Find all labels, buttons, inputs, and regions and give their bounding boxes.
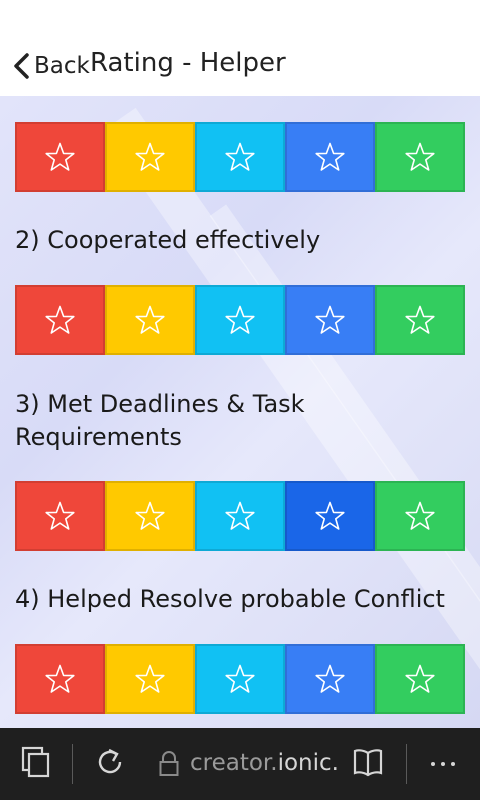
url-prefix: creator. (190, 750, 278, 776)
rating-star-button-2[interactable] (105, 122, 195, 192)
rating-star-button-5[interactable] (375, 481, 465, 551)
star-outline-icon (225, 501, 255, 530)
rating-row-4 (15, 644, 465, 714)
question-label: 2) Cooperated effectively (15, 226, 321, 254)
star-outline-icon (225, 664, 255, 693)
rating-star-button-4[interactable] (285, 122, 375, 192)
more-options-icon[interactable] (428, 754, 458, 778)
toolbar-divider (406, 744, 407, 784)
star-outline-icon (405, 305, 435, 334)
rating-row-3 (15, 481, 465, 551)
browser-bottom-bar: creator.ionic.io (0, 728, 480, 800)
reading-view-icon[interactable] (352, 748, 384, 782)
rating-star-button-4[interactable] (285, 644, 375, 714)
url-domain: ionic.io (277, 750, 340, 776)
star-outline-icon (315, 664, 345, 693)
rating-star-button-5[interactable] (375, 644, 465, 714)
rating-row-2 (15, 285, 465, 355)
rating-star-button-4[interactable] (285, 285, 375, 355)
star-outline-icon (135, 664, 165, 693)
rating-star-button-1[interactable] (15, 285, 105, 355)
star-outline-icon (405, 664, 435, 693)
rating-star-button-3[interactable] (195, 481, 285, 551)
rating-star-button-3[interactable] (195, 644, 285, 714)
star-outline-icon (45, 305, 75, 334)
rating-star-button-1[interactable] (15, 122, 105, 192)
star-outline-icon (135, 501, 165, 530)
star-outline-icon (315, 142, 345, 171)
back-button[interactable]: Back (10, 46, 90, 86)
star-outline-icon (405, 501, 435, 530)
rating-form[interactable]: 2) Cooperated effectively 3) Met Deadlin… (0, 96, 480, 728)
star-outline-icon (315, 305, 345, 334)
rating-star-button-1[interactable] (15, 644, 105, 714)
rating-star-button-1[interactable] (15, 481, 105, 551)
question-label: 3) Met Deadlines & Task Requirements (15, 390, 305, 451)
star-outline-icon (405, 142, 435, 171)
rating-star-button-2[interactable] (105, 481, 195, 551)
star-outline-icon (135, 305, 165, 334)
star-outline-icon (45, 664, 75, 693)
star-outline-icon (45, 501, 75, 530)
rating-star-button-3[interactable] (195, 122, 285, 192)
tabs-icon[interactable] (20, 744, 52, 784)
star-outline-icon (135, 142, 165, 171)
toolbar-divider (72, 744, 73, 784)
rating-row-1 (15, 122, 465, 192)
star-outline-icon (225, 142, 255, 171)
lock-icon (158, 750, 180, 782)
star-outline-icon (225, 305, 255, 334)
refresh-icon[interactable] (92, 744, 128, 784)
chevron-left-icon (14, 53, 29, 79)
page-title: Rating - Helper (90, 48, 286, 78)
question-label: 4) Helped Resolve probable Conflict (15, 585, 445, 613)
star-outline-icon (45, 142, 75, 171)
rating-star-button-5[interactable] (375, 285, 465, 355)
rating-star-button-5[interactable] (375, 122, 465, 192)
app-header: Back Rating - Helper (0, 0, 480, 96)
star-outline-icon (315, 501, 345, 530)
rating-star-button-3[interactable] (195, 285, 285, 355)
address-bar[interactable]: creator.ionic.io (190, 750, 340, 776)
rating-star-button-2[interactable] (105, 644, 195, 714)
rating-star-button-2[interactable] (105, 285, 195, 355)
rating-star-button-4[interactable] (285, 481, 375, 551)
back-label: Back (34, 53, 90, 79)
